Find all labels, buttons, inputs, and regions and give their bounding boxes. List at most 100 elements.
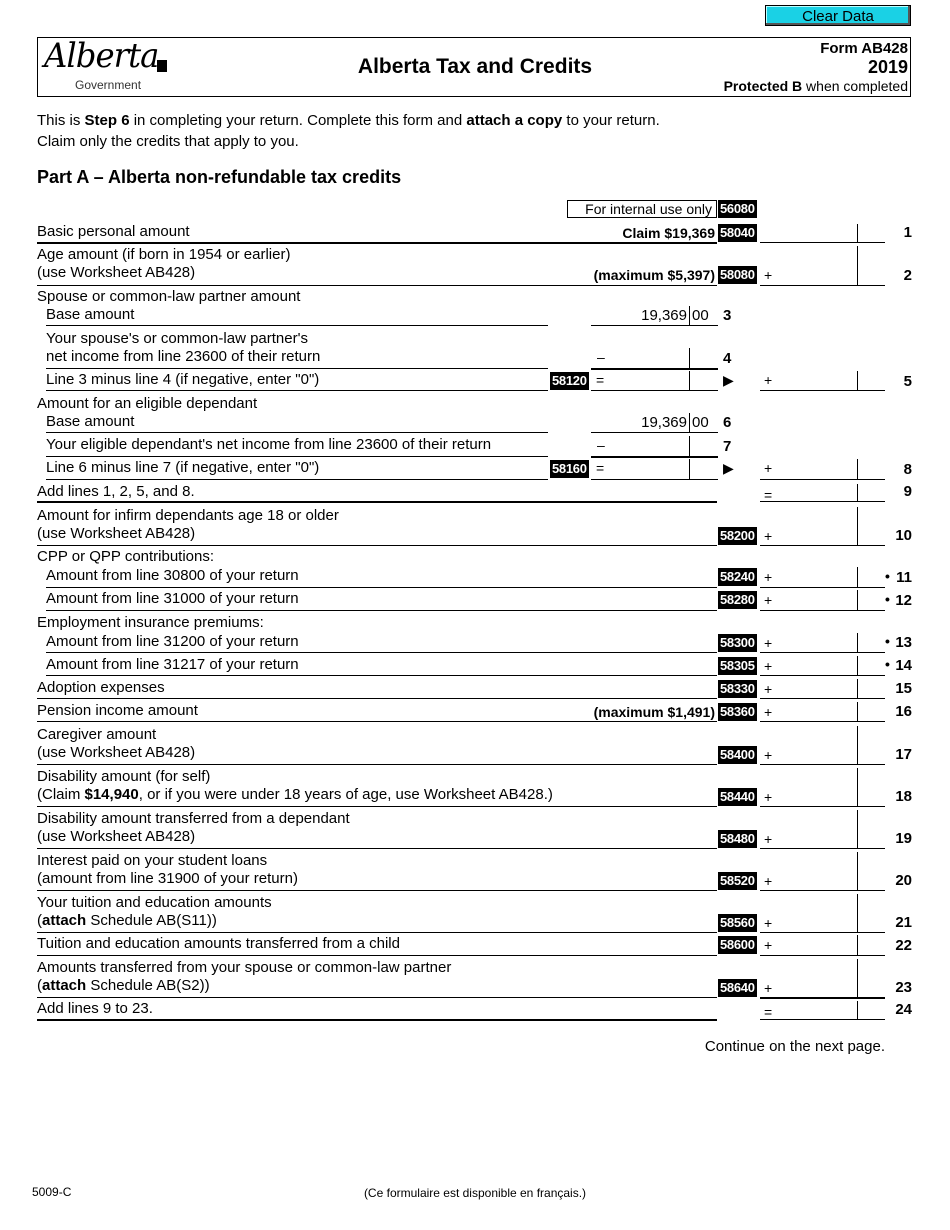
line-13-code: 58300 <box>718 634 757 652</box>
line-23-amount-field[interactable] <box>760 959 885 997</box>
line-20-right-rule <box>760 890 885 891</box>
line-1-number: 1 <box>903 224 912 241</box>
line-17-rule <box>37 764 717 765</box>
line-5-number: 5 <box>903 373 912 390</box>
line-5-code: 58120 <box>550 372 589 390</box>
line-9-label: Add lines 1, 2, 5, and 8. <box>37 483 195 500</box>
line-24-amount-field[interactable] <box>760 1001 885 1019</box>
line-13-amount-field[interactable] <box>760 633 885 652</box>
line-20-code: 58520 <box>718 872 757 890</box>
line-15-amount-field[interactable] <box>760 679 885 698</box>
line-8-number: 8 <box>903 461 912 478</box>
line-2-number: 2 <box>903 267 912 284</box>
line-10-label: Amount for infirm dependants age 18 or o… <box>37 507 339 524</box>
line-24-right-rule <box>760 1019 885 1020</box>
line-3-label: Base amount <box>46 306 135 323</box>
form-year: 2019 <box>867 57 908 77</box>
line-3-rule <box>46 325 548 326</box>
line-17-amount-field[interactable] <box>760 726 885 764</box>
line-17-code: 58400 <box>718 746 757 764</box>
line-18-amount-field[interactable] <box>760 768 885 806</box>
line-8-code: 58160 <box>550 460 589 478</box>
line-5-total-field[interactable] <box>760 371 885 390</box>
line-19-label-2: (use Worksheet AB428) <box>37 828 196 845</box>
line-2-right-rule <box>760 285 885 286</box>
line-21-rule <box>37 932 717 933</box>
line-2-code: 58080 <box>718 266 757 284</box>
line-11-amount-field[interactable] <box>760 567 885 587</box>
part-a-title: Part A – Alberta non-refundable tax cred… <box>37 167 402 187</box>
line-1-amount-field[interactable] <box>760 224 885 242</box>
line-19-operator: + <box>764 831 773 847</box>
line-5-amount-field[interactable] <box>591 371 718 390</box>
line-11-operator: + <box>764 569 773 585</box>
label-text: (Claim <box>37 786 85 803</box>
line-22-right-rule <box>760 955 885 956</box>
line-24-operator: = <box>764 1004 773 1020</box>
protected-status: Protected B when completed <box>724 78 908 94</box>
line-12-amount-field[interactable] <box>760 590 885 610</box>
line-24-rule <box>37 1019 717 1021</box>
line-1-rule <box>37 242 717 244</box>
line-10-code: 58200 <box>718 527 757 545</box>
line-2-label: Age amount (if born in 1954 or earlier) <box>37 246 291 263</box>
line-11-right-rule <box>760 587 885 588</box>
line-2-amount-field[interactable] <box>760 246 885 285</box>
line-16-note: (maximum $1,491) <box>593 704 715 720</box>
line-9-operator: = <box>764 487 773 503</box>
line-23-right-rule <box>760 997 885 999</box>
label-emphasis: $14,940 <box>84 786 139 803</box>
line-1-right-rule <box>760 242 885 243</box>
line-9-amount-field[interactable] <box>760 484 885 501</box>
line-18-operator: + <box>764 789 773 805</box>
line-17-right-rule <box>760 764 885 765</box>
line-10-amount-field[interactable] <box>760 507 885 545</box>
line-8-total-field[interactable] <box>760 459 885 479</box>
line-2-note: (maximum $5,397) <box>593 267 715 283</box>
label-emphasis: attach <box>42 977 87 994</box>
line-8-amount-field[interactable] <box>591 459 718 479</box>
line-14-amount-field[interactable] <box>760 656 885 675</box>
line-21-amount-field[interactable] <box>760 894 885 932</box>
line-21-right-rule <box>760 932 885 933</box>
line-7-mid-rule <box>591 456 718 458</box>
intro-text: in completing your return. Complete this… <box>129 112 467 129</box>
internal-use-box: For internal use only <box>567 200 717 218</box>
line-18-code: 58440 <box>718 788 757 806</box>
line-7-operator: – <box>597 437 605 453</box>
line-22-amount-field[interactable] <box>760 935 885 955</box>
line-21-number: 21 <box>895 914 912 931</box>
line-23-number: 23 <box>895 979 912 996</box>
line-4-mid-rule <box>591 368 718 370</box>
line-14-number: 14 <box>895 657 912 674</box>
line-20-label: Interest paid on your student loans <box>37 852 268 869</box>
line-4-amount-field[interactable] <box>591 330 718 368</box>
line-22-number: 22 <box>895 937 912 954</box>
line-23-code: 58640 <box>718 979 757 997</box>
line-9-rule <box>37 501 717 503</box>
line-15-rule <box>37 698 717 699</box>
line-7-amount-field[interactable] <box>591 436 718 456</box>
line-15-number: 15 <box>895 680 912 697</box>
section-header: CPP or QPP contributions: <box>37 548 215 565</box>
line-10-number: 10 <box>895 527 912 544</box>
line-14-label: Amount from line 31217 of your return <box>46 656 299 673</box>
line-8-mid-rule <box>591 479 718 480</box>
line-22-code: 58600 <box>718 936 757 954</box>
clear-data-button[interactable]: Clear Data <box>765 5 911 26</box>
line-14-operator: + <box>764 658 773 674</box>
line-16-amount-field[interactable] <box>760 702 885 721</box>
line-13-operator: + <box>764 635 773 651</box>
line-7-rule <box>46 456 548 457</box>
line-18-label: Disability amount (for self) <box>37 768 211 785</box>
line-2-label-2: (use Worksheet AB428) <box>37 264 196 281</box>
line-23-operator: + <box>764 980 773 996</box>
line-19-amount-field[interactable] <box>760 810 885 848</box>
logo-government-text: Government <box>75 78 142 92</box>
line-21-label-2: (attach Schedule AB(S11)) <box>37 912 217 930</box>
page-title: Alberta Tax and Credits <box>357 55 593 78</box>
line-14-code: 58305 <box>718 657 757 675</box>
line-19-label: Disability amount transferred from a dep… <box>37 810 350 827</box>
line-20-number: 20 <box>895 872 912 889</box>
line-20-amount-field[interactable] <box>760 852 885 890</box>
